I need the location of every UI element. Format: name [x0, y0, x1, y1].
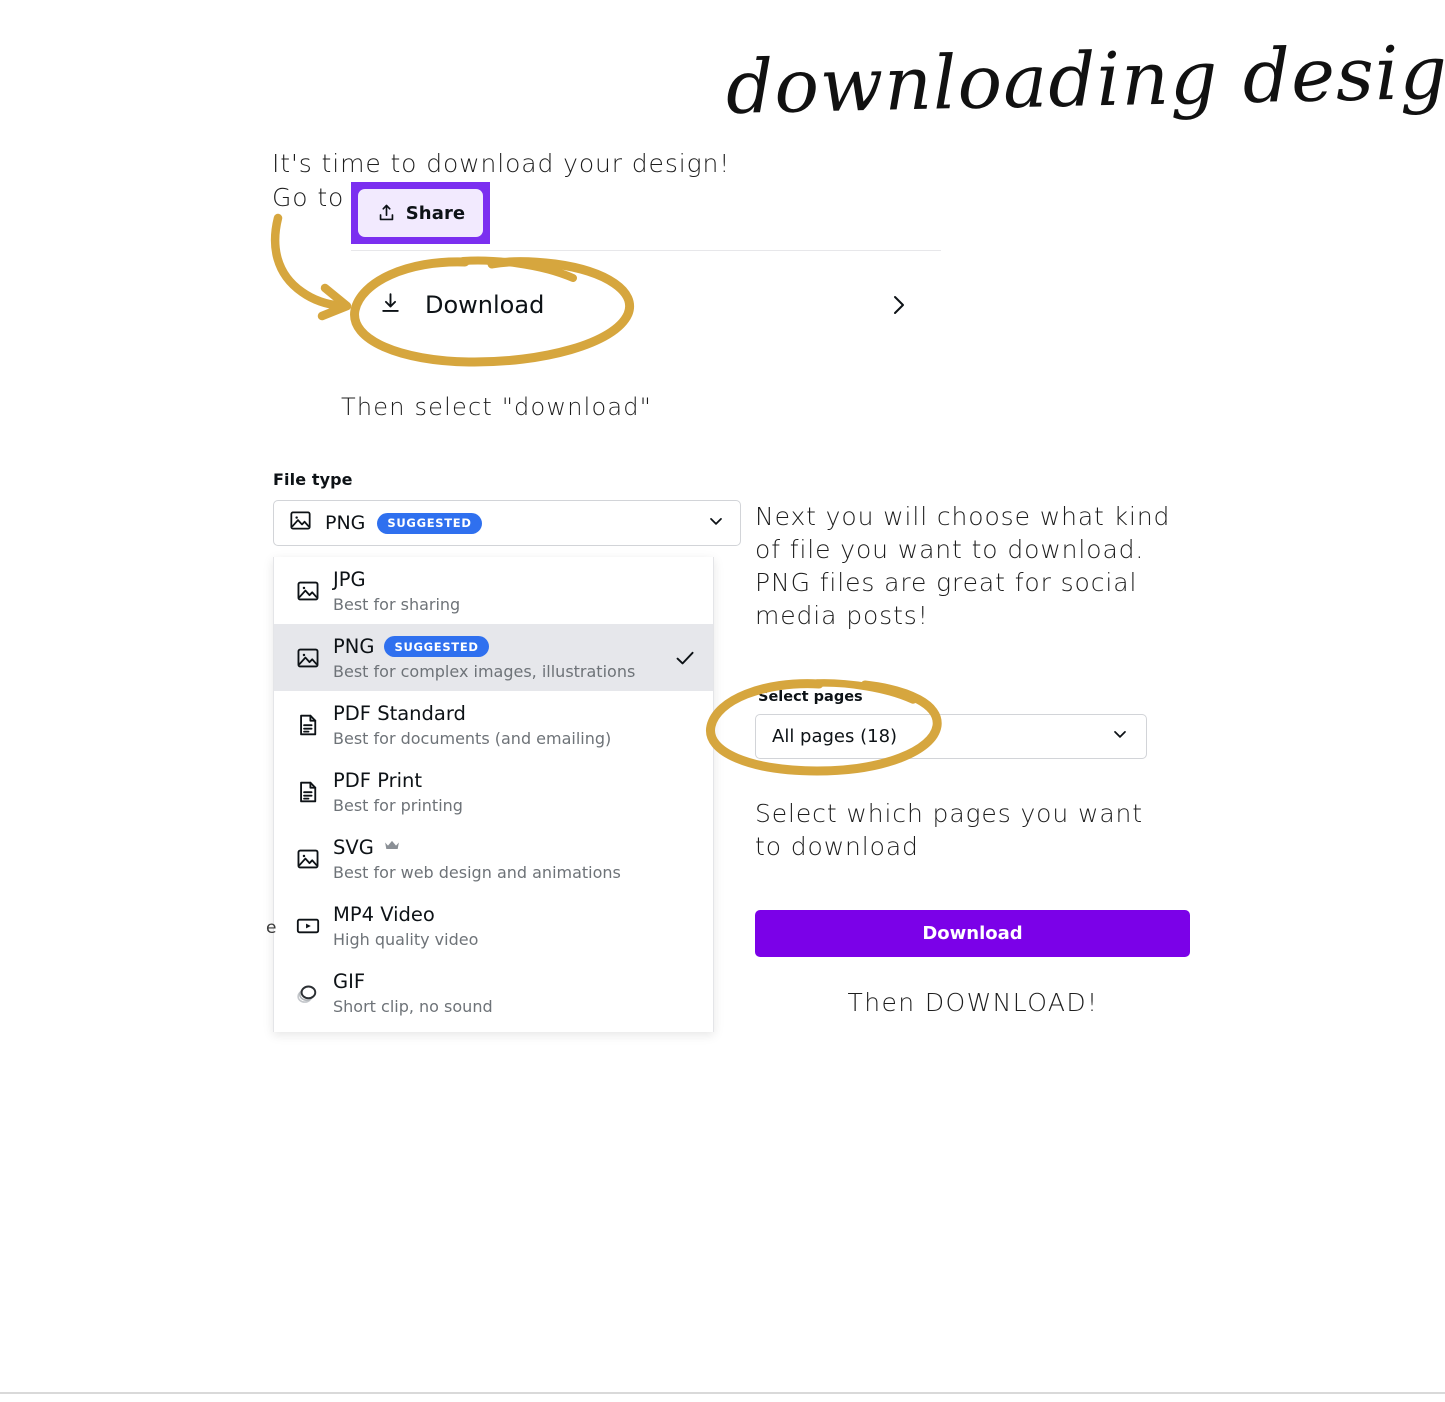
select-pages-dropdown[interactable]: All pages (18): [755, 714, 1147, 759]
share-button[interactable]: Share: [358, 189, 483, 237]
file-type-value: PNG: [325, 512, 366, 534]
share-button-highlight: Share: [351, 182, 490, 244]
suggested-badge: SUGGESTED: [377, 512, 482, 534]
file-type-explainer-text: Next you will choose what kind of file y…: [755, 502, 1171, 630]
page-title: downloading designs: [725, 28, 1445, 131]
then-select-text: Then select "download": [341, 393, 652, 421]
file-type-option-png[interactable]: PNG SUGGESTED Best for complex images, i…: [274, 624, 713, 691]
download-button[interactable]: Download: [755, 910, 1190, 957]
go-to-text: Go to: [272, 183, 345, 212]
file-type-option-mp4-video[interactable]: MP4 Video High quality video: [274, 892, 713, 959]
file-type-option-jpg[interactable]: JPG Best for sharing: [274, 557, 713, 624]
chevron-down-icon: [1110, 724, 1130, 749]
option-title: PDF Print: [333, 769, 423, 792]
share-upload-icon: [376, 202, 397, 224]
download-menu-label: Download: [425, 291, 545, 319]
document-icon: [295, 712, 321, 738]
panel-divider: [351, 250, 941, 251]
option-title: SVG: [333, 836, 374, 859]
option-description: Best for sharing: [333, 594, 461, 614]
option-description: High quality video: [333, 929, 479, 949]
suggested-badge: SUGGESTED: [384, 636, 489, 657]
chevron-right-icon: [890, 291, 908, 319]
option-title: GIF: [333, 970, 366, 993]
then-download-text: Then DOWNLOAD!: [847, 988, 1099, 1017]
option-description: Best for complex images, illustrations: [333, 661, 636, 681]
file-type-label: File type: [273, 470, 353, 489]
select-pages-label: Select pages: [758, 689, 863, 705]
file-type-option-pdf-print[interactable]: PDF Print Best for printing: [274, 758, 713, 825]
download-menu-item[interactable]: Download: [378, 283, 908, 327]
file-type-option-gif[interactable]: GIF Short clip, no sound: [274, 959, 713, 1026]
option-title: JPG: [333, 568, 366, 591]
crown-icon: [384, 839, 400, 857]
tutorial-page: downloading designs It's time to downloa…: [0, 0, 1445, 1402]
option-description: Best for documents (and emailing): [333, 728, 612, 748]
check-icon: [673, 646, 697, 670]
download-button-label: Download: [922, 923, 1023, 944]
gif-icon: [295, 980, 321, 1006]
share-button-label: Share: [405, 202, 466, 224]
option-title: PNG: [333, 635, 375, 658]
image-icon: [295, 578, 321, 604]
select-pages-value: All pages (18): [772, 726, 898, 747]
document-icon: [295, 779, 321, 805]
file-type-select[interactable]: PNG SUGGESTED: [273, 500, 741, 546]
image-icon: [288, 508, 313, 538]
option-title: PDF Standard: [333, 702, 466, 725]
select-pages-explainer-text: Select which pages you want to download: [755, 799, 1143, 861]
chevron-down-icon: [706, 511, 726, 536]
intro-text: It's time to download your design!: [272, 149, 731, 178]
option-description: Best for printing: [333, 795, 463, 815]
image-icon: [295, 645, 321, 671]
file-type-option-pdf-standard[interactable]: PDF Standard Best for documents (and ema…: [274, 691, 713, 758]
video-icon: [295, 913, 321, 939]
file-type-option-svg[interactable]: SVG Best for web design and animations: [274, 825, 713, 892]
option-description: Short clip, no sound: [333, 996, 493, 1016]
option-description: Best for web design and animations: [333, 862, 621, 882]
file-type-dropdown[interactable]: JPG Best for sharing PNG SUGGESTED Best …: [273, 557, 714, 1032]
footer-rule: [0, 1392, 1445, 1394]
clipped-text-fragment: e: [266, 918, 277, 938]
option-title: MP4 Video: [333, 903, 435, 926]
image-icon: [295, 846, 321, 872]
download-arrow-icon: [378, 290, 403, 321]
